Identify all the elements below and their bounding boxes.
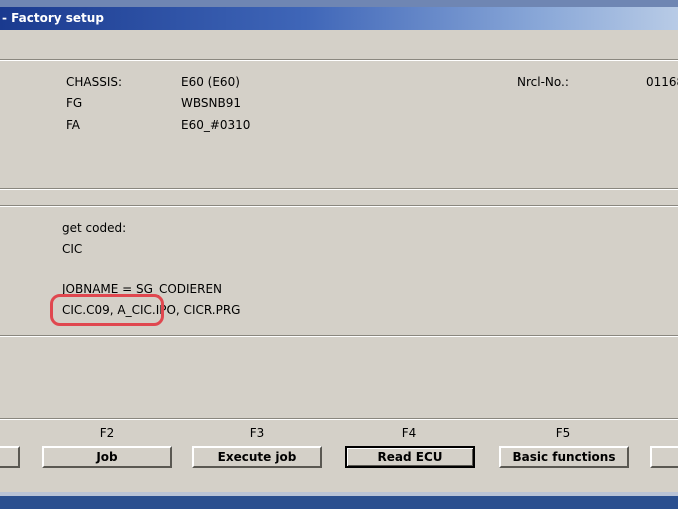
read-ecu-button[interactable]: Read ECU (345, 446, 475, 468)
divider (0, 418, 678, 420)
execute-job-button[interactable]: Execute job (192, 446, 322, 468)
chassis-label: CHASSIS: (66, 75, 123, 89)
window-top-strip (0, 0, 678, 7)
f6-button-partial[interactable] (650, 446, 678, 468)
highlight-annotation (50, 294, 164, 326)
coding-heading: get coded: (62, 221, 127, 235)
f5-key-label: F5 (555, 426, 571, 440)
f2-key-label: F2 (99, 426, 115, 440)
f3-key-label: F3 (249, 426, 265, 440)
window-title-bar[interactable]: - Factory setup (0, 7, 678, 30)
f4-key-label: F4 (401, 426, 417, 440)
taskbar (0, 496, 678, 509)
chassis-value: E60 (E60) (181, 75, 240, 89)
window-title: - Factory setup (2, 11, 104, 25)
f1-button-partial[interactable] (0, 446, 20, 468)
coding-module: CIC (62, 242, 83, 256)
nrcl-label: Nrcl-No.: (517, 75, 569, 89)
nrcl-value: 01168 (646, 75, 678, 89)
divider (0, 188, 678, 190)
fa-value: E60_#0310 (181, 118, 251, 132)
fg-label: FG (66, 96, 83, 110)
job-button[interactable]: Job (42, 446, 172, 468)
divider (0, 335, 678, 337)
divider (0, 205, 678, 207)
basic-functions-button[interactable]: Basic functions (499, 446, 629, 468)
fa-label: FA (66, 118, 81, 132)
divider (0, 59, 678, 61)
fg-value: WBSNB91 (181, 96, 241, 110)
